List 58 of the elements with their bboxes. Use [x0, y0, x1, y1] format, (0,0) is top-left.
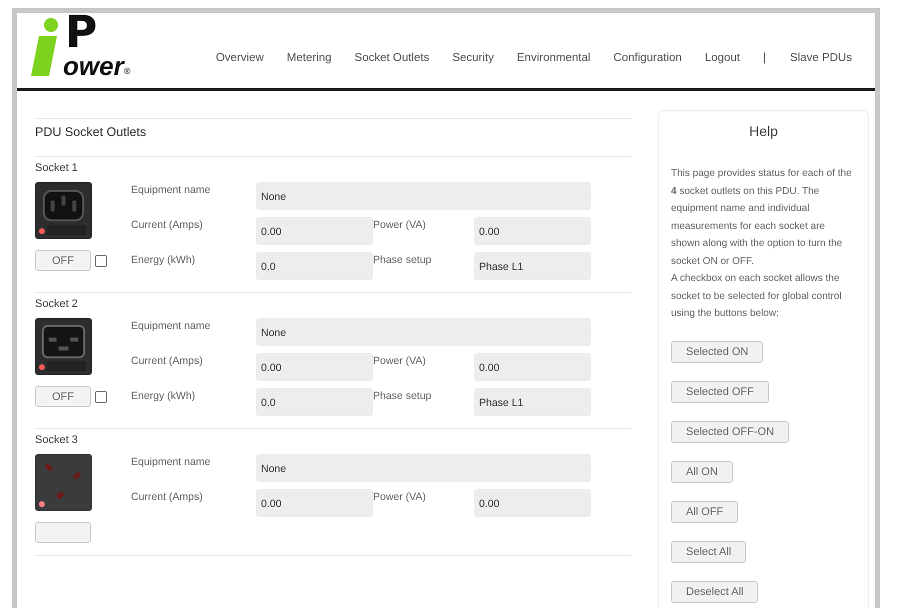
- control-button[interactable]: Selected ON: [671, 340, 764, 362]
- field-label: Phase setup: [373, 253, 432, 268]
- value-field: 0.0: [256, 388, 373, 416]
- field-label: Current (Amps): [131, 354, 204, 369]
- control-button[interactable]: Deselect All: [671, 580, 758, 602]
- nav-link[interactable]: Overview: [216, 52, 264, 64]
- nav-separator: |: [763, 52, 766, 64]
- field-label: Power (VA): [373, 490, 427, 505]
- socket-title: Socket 2: [35, 298, 79, 310]
- value-field: None: [256, 318, 591, 346]
- value-field: 0.00: [256, 353, 373, 381]
- value-field: 0.0: [256, 252, 373, 280]
- field-label: Power (VA): [373, 218, 427, 233]
- field-label: Energy (kWh): [131, 389, 196, 404]
- nav-link[interactable]: Security: [452, 52, 494, 64]
- socket-outlet-photo: [35, 454, 92, 511]
- help-text: A checkbox on each socket allows the socket to be selected for global control using the buttons below:: [671, 272, 843, 321]
- field-label: Power (VA): [373, 354, 427, 369]
- nav-link[interactable]: Environmental: [516, 52, 590, 64]
- value-field: 0.00: [474, 217, 591, 245]
- select-checkbox[interactable]: [95, 390, 107, 402]
- nav-link[interactable]: Slave PDUs: [790, 52, 852, 64]
- value-field: Phase L1: [474, 252, 591, 280]
- socket-outlet-photo: [35, 318, 92, 375]
- field-label: Current (Amps): [131, 218, 204, 233]
- field-label: Equipment name: [131, 455, 212, 470]
- select-checkbox[interactable]: [95, 254, 107, 266]
- value-field: Phase L1: [474, 388, 591, 416]
- value-field: 0.00: [256, 489, 373, 517]
- field-label: Energy (kWh): [131, 253, 196, 268]
- control-button[interactable]: All ON: [671, 460, 733, 482]
- switch-button[interactable]: OFF: [35, 250, 91, 271]
- socket-title: Socket 3: [35, 434, 79, 446]
- control-button[interactable]: All OFF: [671, 500, 738, 522]
- control-button[interactable]: Selected OFF-ON: [671, 420, 790, 442]
- control-button[interactable]: Select All: [671, 540, 746, 562]
- help-title: Help: [748, 123, 779, 139]
- switch-button[interactable]: OFF: [35, 386, 91, 407]
- nav-link[interactable]: Logout: [704, 52, 740, 64]
- ipower-logo: P ower®: [31, 13, 136, 78]
- field-label: Equipment name: [131, 319, 212, 334]
- nav-link[interactable]: Configuration: [613, 52, 682, 64]
- field-label: Equipment name: [131, 183, 212, 198]
- socket-outlet-photo: [35, 182, 92, 239]
- value-field: None: [256, 182, 591, 210]
- help-text: This page provides status for each of the 4 socket outlets on this PDU. The equipment name and individual measurements for each socket are shown along with the option to turn the socket ON or OFF.: [671, 167, 853, 268]
- value-field: 0.00: [256, 217, 373, 245]
- nav-link[interactable]: Metering: [286, 52, 332, 64]
- value-field: 0.00: [474, 353, 591, 381]
- value-field: 0.00: [474, 489, 591, 517]
- field-label: Phase setup: [373, 389, 432, 404]
- page-title: PDU Socket Outlets: [35, 118, 631, 157]
- control-button[interactable]: Selected OFF: [671, 380, 769, 402]
- value-field: None: [256, 454, 591, 482]
- switch-button[interactable]: [35, 522, 91, 543]
- socket-title: Socket 1: [35, 162, 79, 174]
- nav-link[interactable]: Socket Outlets: [354, 52, 430, 64]
- field-label: Current (Amps): [131, 490, 204, 505]
